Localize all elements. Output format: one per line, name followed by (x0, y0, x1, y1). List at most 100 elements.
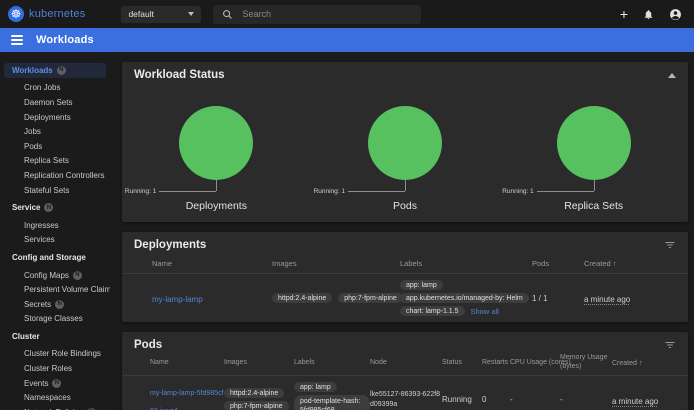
sidebar-item-label: Service (12, 203, 40, 212)
table-row: my-lamp-lamp-5fd985cf68-jwvz4 httpd:2.4-… (122, 376, 688, 410)
deployments-title: Deployments (134, 239, 206, 251)
sidebar-item-services[interactable]: Services (0, 233, 110, 248)
workload-status-title: Workload Status (134, 69, 225, 81)
user-profile-button[interactable] (669, 8, 682, 21)
column-header-node: Node (370, 359, 442, 366)
sidebar-item-label: Stateful Sets (24, 186, 69, 195)
pods-panel: Pods Name Images Labels Node Status Rest… (122, 332, 688, 410)
sidebar-item-label: Config and Storage (12, 253, 86, 262)
namespace-selector[interactable]: default (121, 6, 201, 23)
label-chip: chart: lamp-1.1.5 (400, 306, 465, 316)
label-chip: app.kubernetes.io/managed-by: Helm (400, 293, 529, 303)
workload-status-charts: Running: 1 Deployments Running: 1 Pods R… (122, 86, 688, 222)
memory-usage: - (560, 395, 612, 404)
sidebar-item-label: Workloads (12, 66, 53, 75)
caret-down-icon (188, 12, 194, 16)
pods-pie-chart: Running: 1 Pods (311, 86, 500, 222)
pods-count: 1 / 1 (532, 294, 584, 303)
sidebar-item-workloads[interactable]: Workloads N (4, 63, 106, 78)
search-box[interactable] (213, 5, 421, 24)
search-input[interactable] (242, 9, 392, 19)
menu-button[interactable] (11, 35, 23, 45)
filter-button[interactable] (664, 239, 676, 251)
sidebar-item-jobs[interactable]: Jobs (0, 124, 110, 139)
label-chip: app: lamp (294, 382, 337, 392)
chart-annotation: Running: 1 (502, 188, 533, 195)
sidebar-item-cron-jobs[interactable]: Cron Jobs (0, 81, 110, 96)
bell-icon (643, 9, 654, 20)
pie-slice-running (368, 106, 442, 180)
show-all-link[interactable]: Show all (471, 307, 499, 316)
pods-title: Pods (134, 339, 162, 351)
sidebar-item-label: Deployments (24, 113, 71, 122)
sidebar: Workloads N Cron Jobs Daemon Sets Deploy… (0, 52, 110, 410)
collapse-panel-button chevron-up-icon[interactable] (668, 73, 676, 78)
sidebar-item-namespaces[interactable]: Namespaces (0, 390, 110, 405)
namespace-value: default (128, 9, 154, 19)
brand-name: kubernetes (29, 8, 85, 20)
sidebar-item-daemon-sets[interactable]: Daemon Sets (0, 95, 110, 110)
sidebar-item-cluster-roles[interactable]: Cluster Roles (0, 361, 110, 376)
sidebar-item-label: Cluster (12, 332, 40, 341)
page-toolbar: Workloads (0, 28, 694, 52)
sidebar-item-events[interactable]: Events N (0, 376, 110, 391)
namespaced-badge: N (57, 66, 66, 75)
column-header-name: Name (150, 359, 224, 366)
column-header-created[interactable]: Created ↑ (612, 358, 676, 367)
sidebar-item-label: Services (24, 235, 55, 244)
create-resource-button[interactable]: + (620, 7, 628, 21)
connector-line (405, 180, 406, 191)
sidebar-item-replication-controllers[interactable]: Replication Controllers (0, 168, 110, 183)
restarts-count: 0 (482, 395, 510, 404)
column-header-memory: Memory Usage (bytes) (560, 354, 612, 372)
sidebar-item-deployments[interactable]: Deployments (0, 110, 110, 125)
column-header-labels: Labels (294, 359, 370, 366)
filter-list-icon (664, 239, 676, 251)
column-header-images: Images (224, 359, 294, 366)
sidebar-item-cluster-role-bindings[interactable]: Cluster Role Bindings (0, 347, 110, 362)
column-header-created[interactable]: Created ↑ (584, 259, 676, 268)
sidebar-item-label: Jobs (24, 127, 41, 136)
sidebar-item-ingresses[interactable]: Ingresses (0, 218, 110, 233)
sidebar-item-network-policies[interactable]: Network Policies N (0, 405, 110, 410)
sidebar-item-label: Namespaces (24, 393, 71, 402)
sidebar-item-label: Cluster Roles (24, 364, 72, 373)
column-header-label: Created (584, 259, 611, 268)
filter-button[interactable] (664, 339, 676, 351)
column-header-images: Images (272, 259, 400, 268)
connector-line (216, 180, 217, 191)
namespaced-badge: N (44, 203, 53, 212)
sidebar-item-service[interactable]: Service N (0, 200, 110, 215)
chart-annotation: Running: 1 (314, 188, 345, 195)
sidebar-item-label: Events (24, 379, 48, 388)
sidebar-item-label: Pods (24, 142, 42, 151)
sidebar-item-label: Replication Controllers (24, 171, 104, 180)
sidebar-item-label: Ingresses (24, 221, 59, 230)
column-header-restarts: Restarts (482, 359, 510, 366)
sidebar-item-config-maps[interactable]: Config Maps N (0, 268, 110, 283)
pie-slice-running (557, 106, 631, 180)
sidebar-item-persistent-volume-claims[interactable]: Persistent Volume Claims N (0, 282, 110, 297)
page-title: Workloads (36, 34, 94, 46)
sidebar-item-secrets[interactable]: Secrets N (0, 297, 110, 312)
sidebar-item-stateful-sets[interactable]: Stateful Sets (0, 183, 110, 198)
sidebar-group-config-and-storage[interactable]: Config and Storage (0, 250, 110, 265)
namespaced-badge: N (55, 300, 64, 309)
workload-status-panel: Workload Status Running: 1 Deployments R… (122, 62, 688, 222)
sidebar-item-pods[interactable]: Pods (0, 139, 110, 154)
search-icon (222, 9, 233, 20)
column-header-cpu: CPU Usage (cores) (510, 359, 560, 366)
sidebar-item-label: Daemon Sets (24, 98, 72, 107)
sidebar-group-cluster[interactable]: Cluster (0, 329, 110, 344)
pods-table-header: Name Images Labels Node Status Restarts … (122, 353, 688, 376)
pie-slice-running (179, 106, 253, 180)
connector-line (594, 180, 595, 191)
sidebar-item-label: Persistent Volume Claims (24, 285, 110, 294)
deployment-name-link[interactable]: my-lamp-lamp (152, 295, 203, 304)
sidebar-item-replica-sets[interactable]: Replica Sets (0, 154, 110, 169)
sidebar-item-storage-classes[interactable]: Storage Classes (0, 312, 110, 327)
label-chip: app: lamp (400, 280, 443, 290)
pod-name-link[interactable]: my-lamp-lamp-5fd985cf68-jwvz4 (150, 390, 224, 410)
column-header-labels: Labels (400, 259, 532, 268)
notifications-button[interactable] (643, 9, 654, 20)
